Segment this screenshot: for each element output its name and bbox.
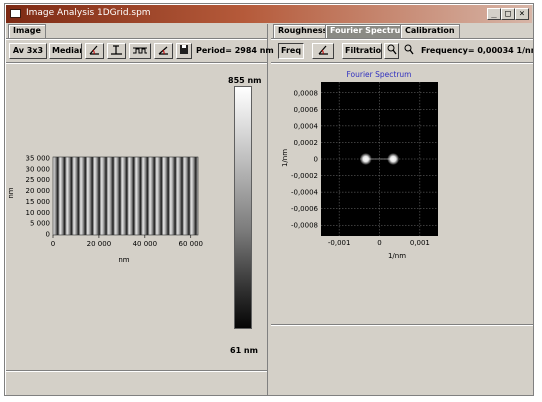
grating-stripe (142, 157, 150, 235)
toolbar-divider (6, 62, 267, 64)
image-pane: Image Av 3x3 Median Period= 2984 nm 855 … (6, 24, 274, 395)
spectrum-peak (359, 153, 372, 165)
image-y-tick-label: 10 000 (26, 209, 51, 217)
tab-calibration[interactable]: Calibration (400, 24, 460, 38)
spectrum-x-tick-label: 0 (377, 239, 381, 247)
grating-stripe (170, 157, 178, 235)
title-bar[interactable]: Image Analysis 1DGrid.spm _ □ × (6, 5, 532, 23)
spectrum-title: Fourier Spectrum (347, 70, 412, 79)
spectrum-x-tick-label: 0,001 (410, 239, 430, 247)
spectrum-y-tick-label: -0,0002 (291, 172, 318, 180)
maximize-button[interactable]: □ (501, 8, 515, 20)
image-x-axis-label: nm (118, 256, 129, 264)
image-x-tick-label: 40 000 (133, 240, 158, 248)
tab-divider (271, 38, 533, 40)
image-x-tick-label: 20 000 (87, 240, 112, 248)
scale-max-label: 855 nm (228, 76, 262, 85)
freq-button[interactable]: Freq (278, 43, 304, 59)
image-x-tick-label: 60 000 (179, 240, 204, 248)
height-color-scale (234, 86, 252, 329)
angle-measure-icon[interactable] (154, 43, 173, 59)
zoom-out-icon[interactable] (401, 43, 416, 59)
step-height-icon[interactable] (107, 43, 126, 59)
minimize-button[interactable]: _ (487, 8, 501, 20)
analysis-pane: Roughness Fourier Spectrum Calibration F… (271, 24, 533, 395)
results-divider (271, 324, 533, 326)
grating-stripe (184, 157, 192, 235)
angle-tool-icon[interactable] (85, 43, 104, 59)
filtration-button[interactable]: Filtration (342, 43, 382, 59)
image-y-tick-label: 20 000 (26, 187, 51, 195)
window-title: Image Analysis 1DGrid.spm (26, 8, 151, 18)
image-y-tick-label: 30 000 (26, 165, 51, 173)
stripe-layer (53, 157, 198, 235)
period-readout: Period= 2984 nm (196, 46, 274, 55)
grating-stripe (101, 157, 109, 235)
spectrum-y-axis-label: 1/nm (281, 149, 289, 167)
grating-stripe (108, 157, 116, 235)
spectrum-toolbar: Freq Filtration Frequency= 0,00034 1/nm (274, 43, 533, 59)
save-icon[interactable] (176, 43, 192, 59)
frequency-readout: Frequency= 0,00034 1/nm (421, 46, 534, 55)
image-y-tick-label: 15 000 (26, 198, 51, 206)
spectrum-x-tick-label: -0,001 (328, 239, 351, 247)
toolbar-divider (271, 62, 533, 64)
grating-stripe (149, 157, 157, 235)
image-x-tick-label: 0 (51, 240, 55, 248)
app-window: Image Analysis 1DGrid.spm _ □ × Image Av… (4, 3, 534, 396)
grating-stripe (191, 157, 198, 235)
grating-stripe (163, 157, 171, 235)
spectrum-y-tick-label: 0,0008 (294, 89, 319, 97)
image-y-axis-label: nm (7, 187, 15, 198)
image-y-tick-label: 5 000 (30, 220, 50, 228)
tab-roughness[interactable]: Roughness (273, 24, 333, 38)
grating-stripe (59, 157, 67, 235)
spectrum-peak (387, 153, 400, 165)
close-button[interactable]: × (515, 8, 529, 20)
grating-stripe (156, 157, 164, 235)
spectrum-y-tick-label: 0,0006 (294, 106, 319, 114)
image-toolbar: Av 3x3 Median Period= 2984 nm (9, 43, 274, 59)
spectrum-y-tick-label: -0,0006 (291, 205, 319, 213)
spectrum-y-tick-label: -0,0004 (291, 189, 319, 197)
spectrum-y-tick-label: 0 (314, 156, 318, 164)
image-y-tick-label: 35 000 (26, 155, 51, 163)
scale-min-label: 61 nm (230, 346, 258, 355)
grating-stripe (128, 157, 136, 235)
status-divider (6, 370, 267, 372)
grating-stripe (177, 157, 185, 235)
image-y-tick-label: 0 (46, 231, 50, 239)
app-icon (10, 9, 21, 18)
fourier-spectrum-plot[interactable]: Fourier Spectrum 0,0008 0,0006 0,0004 0,000… (277, 68, 517, 278)
angle-tool-icon[interactable] (312, 43, 334, 59)
average-3x3-button[interactable]: Av 3x3 (9, 43, 47, 59)
spectrum-y-tick-label: -0,0008 (291, 222, 318, 230)
zoom-in-icon[interactable] (384, 43, 399, 59)
spectrum-x-axis-label: 1/nm (388, 252, 406, 260)
tab-divider (6, 38, 267, 40)
grating-stripe (122, 157, 129, 235)
median-button[interactable]: Median (49, 43, 82, 59)
spectrum-y-tick-label: 0,0002 (294, 139, 319, 147)
grating-stripe (115, 157, 123, 235)
afm-image[interactable]: 35 000 30 000 25 000 20 000 15 000 10 000 5 00… (6, 150, 221, 280)
grating-stripe (80, 157, 88, 235)
grating-profile-icon[interactable] (129, 43, 151, 59)
tab-image[interactable]: Image (8, 24, 46, 38)
grating-stripe (66, 157, 74, 235)
spectrum-y-tick-label: 0,0004 (294, 122, 319, 130)
grating-stripe (87, 157, 95, 235)
grating-stripe (94, 157, 102, 235)
grating-stripe (73, 157, 81, 235)
grating-stripe (135, 157, 143, 235)
image-y-tick-label: 25 000 (26, 176, 51, 184)
grating-stripe (53, 157, 60, 235)
